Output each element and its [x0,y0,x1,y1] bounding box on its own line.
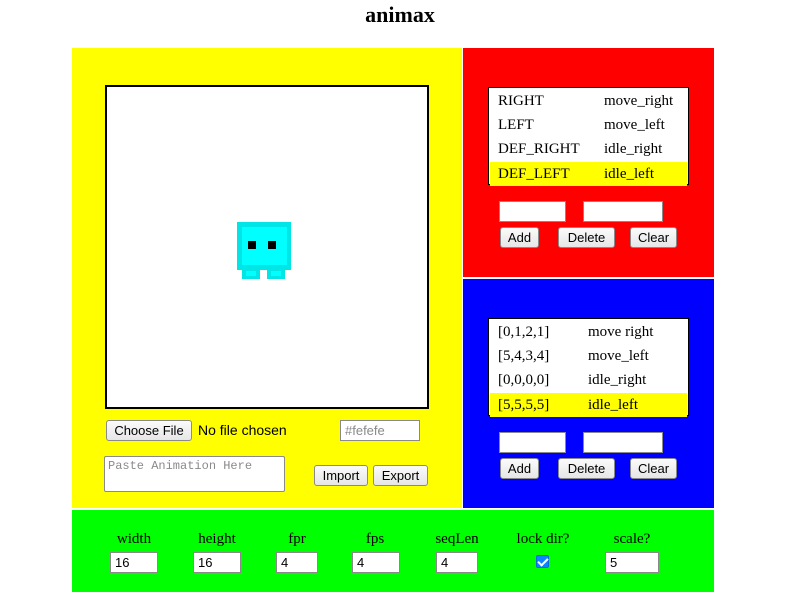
sprite-right-foot-inner [271,271,281,276]
sprite-canvas[interactable] [105,85,429,409]
binding-animation: idle_left [604,166,654,182]
key-bindings-list[interactable]: RIGHT move_right LEFT move_left DEF_RIGH… [488,87,689,186]
add-binding-button[interactable]: Add [500,227,539,248]
sequence-frames-input[interactable] [499,432,566,453]
editor-panel: Choose File No file chosen #fefefe Paste… [72,48,462,508]
delete-sequence-button[interactable]: Delete [558,458,615,479]
binding-animation: move_left [604,117,665,133]
sequence-frames: [5,4,3,4] [498,348,550,364]
delete-binding-button[interactable]: Delete [558,227,615,248]
fpr-input[interactable]: 4 [276,552,318,573]
sequence-row[interactable]: [0,1,2,1] move right [490,320,687,344]
fps-label: fps [365,531,385,547]
sequences-panel: [0,1,2,1] move right [5,4,3,4] move_left… [463,279,714,508]
binding-key: DEF_LEFT [498,166,570,182]
sequence-frames: [0,1,2,1] [498,324,550,340]
sequence-animation: idle_right [588,372,647,388]
fps-input[interactable]: 4 [352,552,400,573]
file-status-label: No file chosen [198,422,287,438]
app-title: animax [365,2,435,27]
sequence-frames: [0,0,0,0] [498,372,550,388]
width-label: width [116,531,152,547]
binding-animation-input[interactable] [583,201,663,222]
key-binding-row[interactable]: DEF_LEFT idle_left [490,162,687,186]
add-sequence-button[interactable]: Add [500,458,539,479]
import-button[interactable]: Import [314,465,368,486]
binding-key-input[interactable] [499,201,566,222]
key-binding-row[interactable]: DEF_RIGHT idle_right [490,137,687,161]
sprite-left-foot-inner [246,271,256,276]
binding-animation: move_right [604,93,674,109]
lock-dir-label: lock dir? [516,531,570,547]
key-binding-row[interactable]: RIGHT move_right [490,89,687,113]
sequence-row[interactable]: [5,5,5,5] idle_left [490,393,687,417]
width-input[interactable]: 16 [110,552,158,573]
checkmark-icon [537,555,549,567]
scale-label: scale? [613,531,651,547]
binding-animation: idle_right [604,141,663,157]
background-color-input[interactable]: #fefefe [340,420,420,441]
choose-file-button[interactable]: Choose File [106,420,192,441]
lock-dir-checkbox[interactable] [536,555,549,568]
binding-key: RIGHT [498,93,544,109]
binding-key: DEF_RIGHT [498,141,580,157]
sequence-row[interactable]: [5,4,3,4] move_left [490,344,687,368]
scale-input[interactable]: 5 [605,552,659,573]
binding-key: LEFT [498,117,534,133]
sequence-animation: move_left [588,348,649,364]
key-bindings-panel: RIGHT move_right LEFT move_left DEF_RIGH… [463,48,714,277]
settings-panel: width 16 height 16 fpr 4 fps 4 seqLen 4 … [72,510,714,592]
fpr-label: fpr [288,531,306,547]
height-label: height [198,531,236,547]
sequence-animation-input[interactable] [583,432,663,453]
sprite-right-eye [268,241,276,249]
sequences-list[interactable]: [0,1,2,1] move right [5,4,3,4] move_left… [488,318,689,417]
clear-bindings-button[interactable]: Clear [630,227,677,248]
height-input[interactable]: 16 [193,552,241,573]
key-binding-row[interactable]: LEFT move_left [490,113,687,137]
export-button[interactable]: Export [373,465,428,486]
clear-sequences-button[interactable]: Clear [630,458,677,479]
sequence-animation: move right [588,324,654,340]
seqlen-label: seqLen [435,531,479,547]
sequence-row[interactable]: [0,0,0,0] idle_right [490,368,687,392]
sequence-frames: [5,5,5,5] [498,397,550,413]
sequence-animation: idle_left [588,397,638,413]
paste-animation-textarea[interactable]: Paste Animation Here [104,456,285,492]
seqlen-input[interactable]: 4 [436,552,478,573]
sprite-left-eye [248,241,256,249]
